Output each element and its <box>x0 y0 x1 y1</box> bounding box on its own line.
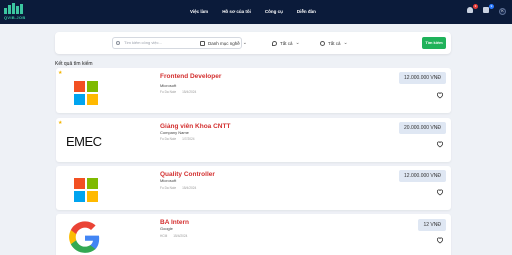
chevron-down-icon: ⌄ <box>295 40 300 46</box>
heart-icon[interactable] <box>436 91 444 99</box>
job-meta: HCM 15/4/2024 <box>160 234 187 238</box>
job-location: HCM <box>160 234 168 238</box>
nav-item-tools[interactable]: Công cụ <box>265 9 283 14</box>
job-card[interactable]: BA Intern Google HCM 15/4/2024 12 VNĐ <box>56 214 451 255</box>
header-icons: 3 9 K <box>467 4 506 15</box>
company-logo-microsoft <box>64 71 106 113</box>
job-card[interactable]: ★ EMEC Giảng viên Khoa CNTT Company Name… <box>56 118 451 162</box>
job-location: Fu Da Noie <box>160 137 177 141</box>
top-navbar: QVIB.JOB Việc làm Hồ sơ của tôi Công cụ … <box>0 0 512 24</box>
time-select-label: Tất cả <box>328 40 341 46</box>
job-meta: Fu Da Noie 15/4/2024 <box>160 90 196 94</box>
heart-icon[interactable] <box>436 188 444 196</box>
company-logo-google <box>64 217 106 255</box>
star-icon: ★ <box>58 120 63 126</box>
job-location: Fu Da Noie <box>160 90 177 94</box>
time-select[interactable]: Tất cả ⌄ <box>320 37 348 49</box>
logo-text: QVIB.JOB <box>4 15 26 20</box>
company-name: Microsoft <box>160 178 177 183</box>
heart-icon[interactable] <box>436 236 444 244</box>
search-placeholder: Tìm kiếm công việc... <box>124 40 162 45</box>
notification-badge: 3 <box>473 4 478 9</box>
chevron-down-icon: ⌄ <box>343 40 348 46</box>
avatar[interactable]: K <box>499 7 506 15</box>
nav-item-my-profile[interactable]: Hồ sơ của tôi <box>222 9 251 14</box>
main-nav: Việc làm Hồ sơ của tôi Công cụ Diễn đàn <box>190 9 316 14</box>
job-date: 15/4/2024 <box>173 234 188 238</box>
job-date: 1/7/2024 <box>182 137 195 141</box>
logo-bars-icon <box>4 3 24 14</box>
job-title[interactable]: Frontend Developer <box>160 73 221 80</box>
company-logo-microsoft <box>64 168 106 210</box>
location-select[interactable]: Tất cả ⌄ <box>272 37 300 49</box>
company-name: Microsoft <box>160 83 177 88</box>
results-title: Kết quả tìm kiếm <box>55 61 93 67</box>
category-select-label: Danh mục nghề <box>208 40 240 46</box>
location-pin-icon <box>272 40 277 46</box>
job-title[interactable]: Giảng viên Khoa CNTT <box>160 123 230 130</box>
salary-badge: 20.000.000 VNĐ <box>399 122 446 134</box>
job-title[interactable]: Quality Controller <box>160 171 215 178</box>
emec-logo-text: EMEC <box>66 134 102 149</box>
job-location: Fu Da Noie <box>160 186 177 190</box>
message-button[interactable]: 9 <box>483 4 494 15</box>
job-title[interactable]: BA Intern <box>160 219 189 226</box>
salary-badge: 12.000.000 VNĐ <box>399 170 446 182</box>
chat-icon <box>483 7 489 13</box>
google-g-icon <box>69 221 100 253</box>
star-icon: ★ <box>58 70 63 76</box>
location-select-label: Tất cả <box>280 40 293 46</box>
briefcase-icon <box>200 40 205 46</box>
search-button[interactable]: Tìm kiếm <box>422 37 446 49</box>
search-icon <box>116 41 120 45</box>
notification-button[interactable]: 3 <box>467 4 478 15</box>
job-meta: Fu Da Noie 1/7/2024 <box>160 137 195 141</box>
company-logo-emec: EMEC <box>64 120 106 162</box>
job-date: 15/4/2024 <box>182 90 197 94</box>
nav-item-jobs[interactable]: Việc làm <box>190 9 208 14</box>
company-name: Company Name <box>160 130 189 135</box>
nav-item-forum[interactable]: Diễn đàn <box>297 9 316 14</box>
job-card[interactable]: ★ Frontend Developer Microsoft Fu Da Noi… <box>56 68 451 113</box>
salary-badge: 12.000.000 VNĐ <box>399 72 446 84</box>
search-bar: Tìm kiếm công việc... Danh mục nghề ⌄ Tấ… <box>55 32 451 54</box>
brand-logo[interactable]: QVIB.JOB <box>4 3 26 21</box>
salary-badge: 12 VNĐ <box>418 219 446 231</box>
chevron-down-icon: ⌄ <box>242 40 247 46</box>
company-name: Google <box>160 226 173 231</box>
job-meta: Fu Da Noie 15/4/2024 <box>160 186 196 190</box>
job-card[interactable]: Quality Controller Microsoft Fu Da Noie … <box>56 166 451 210</box>
heart-icon[interactable] <box>436 140 444 148</box>
bell-icon <box>467 7 473 13</box>
job-date: 15/4/2024 <box>182 186 197 190</box>
clock-icon <box>320 40 325 46</box>
category-select[interactable]: Danh mục nghề ⌄ <box>200 37 247 49</box>
message-badge: 9 <box>489 4 494 9</box>
